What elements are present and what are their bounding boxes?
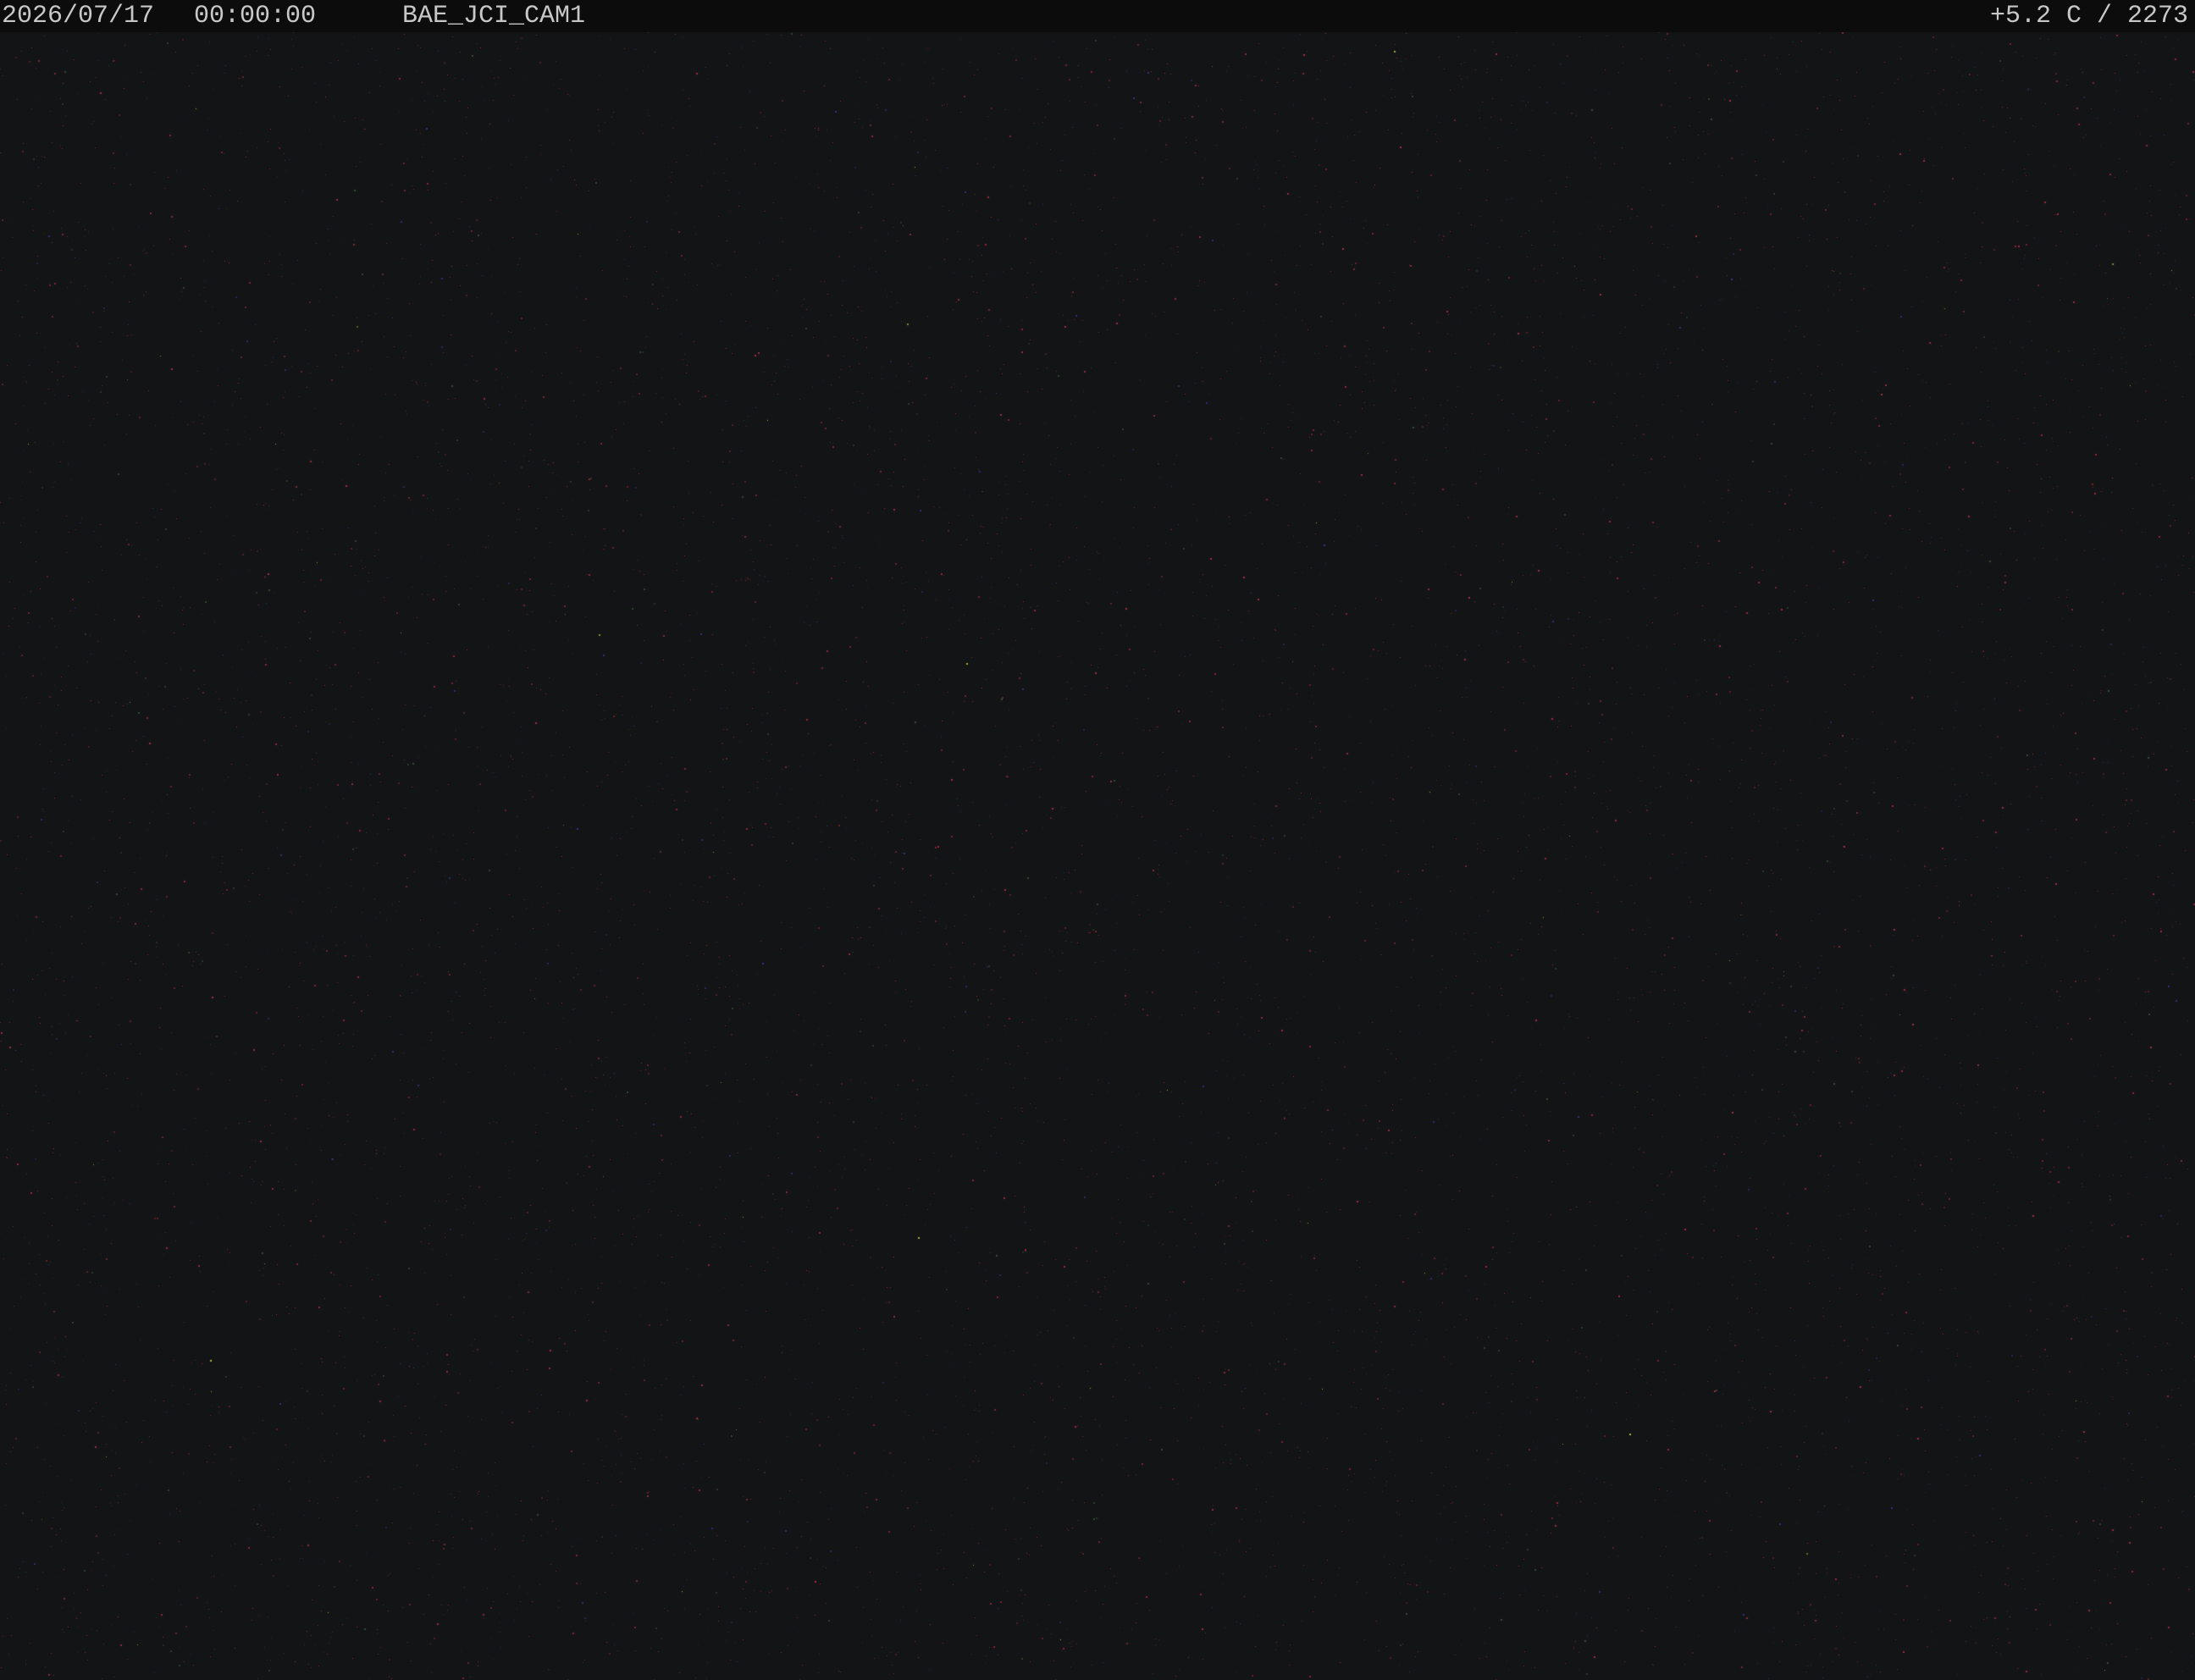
camera-frame: 2026/07/17 00:00:00 BAE_JCI_CAM1 +5.2 C … (0, 0, 2195, 1680)
night-sky-image (0, 32, 2195, 1680)
osd-camera-name: BAE_JCI_CAM1 (402, 2, 586, 30)
osd-overlay-bar: 2026/07/17 00:00:00 BAE_JCI_CAM1 +5.2 C … (0, 0, 2195, 32)
osd-date: 2026/07/17 (2, 2, 155, 30)
osd-time: 00:00:00 (194, 2, 317, 30)
osd-temperature-frame: +5.2 C / 2273 (1989, 2, 2188, 30)
